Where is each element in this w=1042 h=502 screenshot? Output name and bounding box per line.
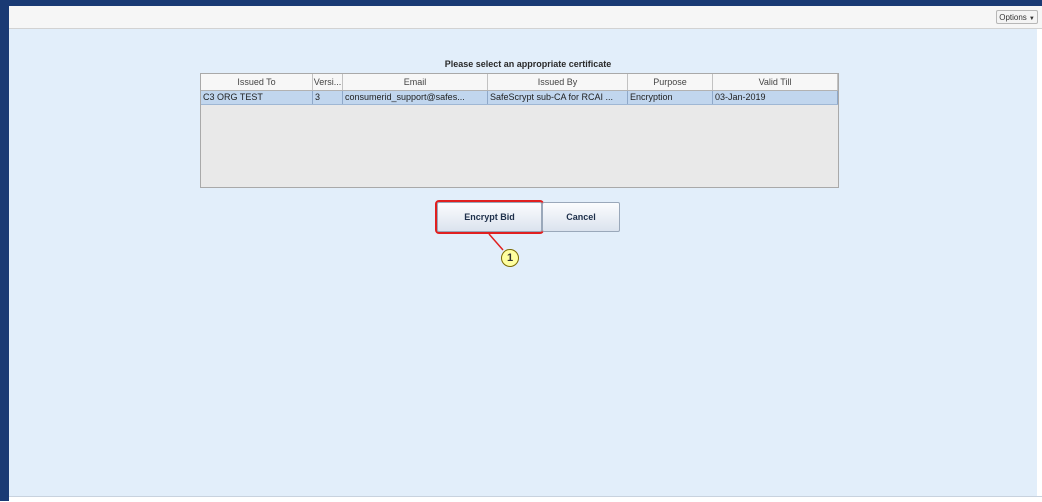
options-toolbar: Options ▼ (9, 6, 1042, 29)
cell-issued-to: C3 ORG TEST (201, 91, 313, 104)
cancel-button[interactable]: Cancel (542, 202, 620, 232)
right-frame-edge (1037, 29, 1042, 496)
bottom-frame-edge (9, 496, 1042, 502)
column-header-issued-to[interactable]: Issued To (201, 74, 313, 90)
column-header-valid-till[interactable]: Valid Till (713, 74, 838, 90)
main-panel: Please select an appropriate certificate… (9, 29, 1038, 496)
left-frame-bar (0, 0, 9, 501)
column-header-issued-by[interactable]: Issued By (488, 74, 628, 90)
cell-version: 3 (313, 91, 343, 104)
certificate-table[interactable]: Issued To Versi... Email Issued By Purpo… (200, 73, 839, 188)
cell-valid-till: 03-Jan-2019 (713, 91, 838, 104)
certificate-prompt: Please select an appropriate certificate (444, 59, 612, 69)
column-header-version[interactable]: Versi... (313, 74, 343, 90)
table-row[interactable]: C3 ORG TEST 3 consumerid_support@safes..… (201, 91, 838, 105)
table-header: Issued To Versi... Email Issued By Purpo… (201, 74, 838, 91)
column-header-purpose[interactable]: Purpose (628, 74, 713, 90)
dialog-buttons: Encrypt Bid Cancel (435, 200, 620, 234)
column-header-email[interactable]: Email (343, 74, 488, 90)
options-label: Options (999, 13, 1027, 22)
cell-purpose: Encryption (628, 91, 713, 104)
cell-email: consumerid_support@safes... (343, 91, 488, 104)
chevron-down-icon: ▼ (1028, 16, 1035, 22)
cell-issued-by: SafeScrypt sub-CA for RCAI ... (488, 91, 628, 104)
encrypt-bid-button[interactable]: Encrypt Bid (435, 200, 544, 234)
options-dropdown-button[interactable]: Options ▼ (996, 10, 1038, 24)
step-callout-badge: 1 (501, 249, 519, 267)
